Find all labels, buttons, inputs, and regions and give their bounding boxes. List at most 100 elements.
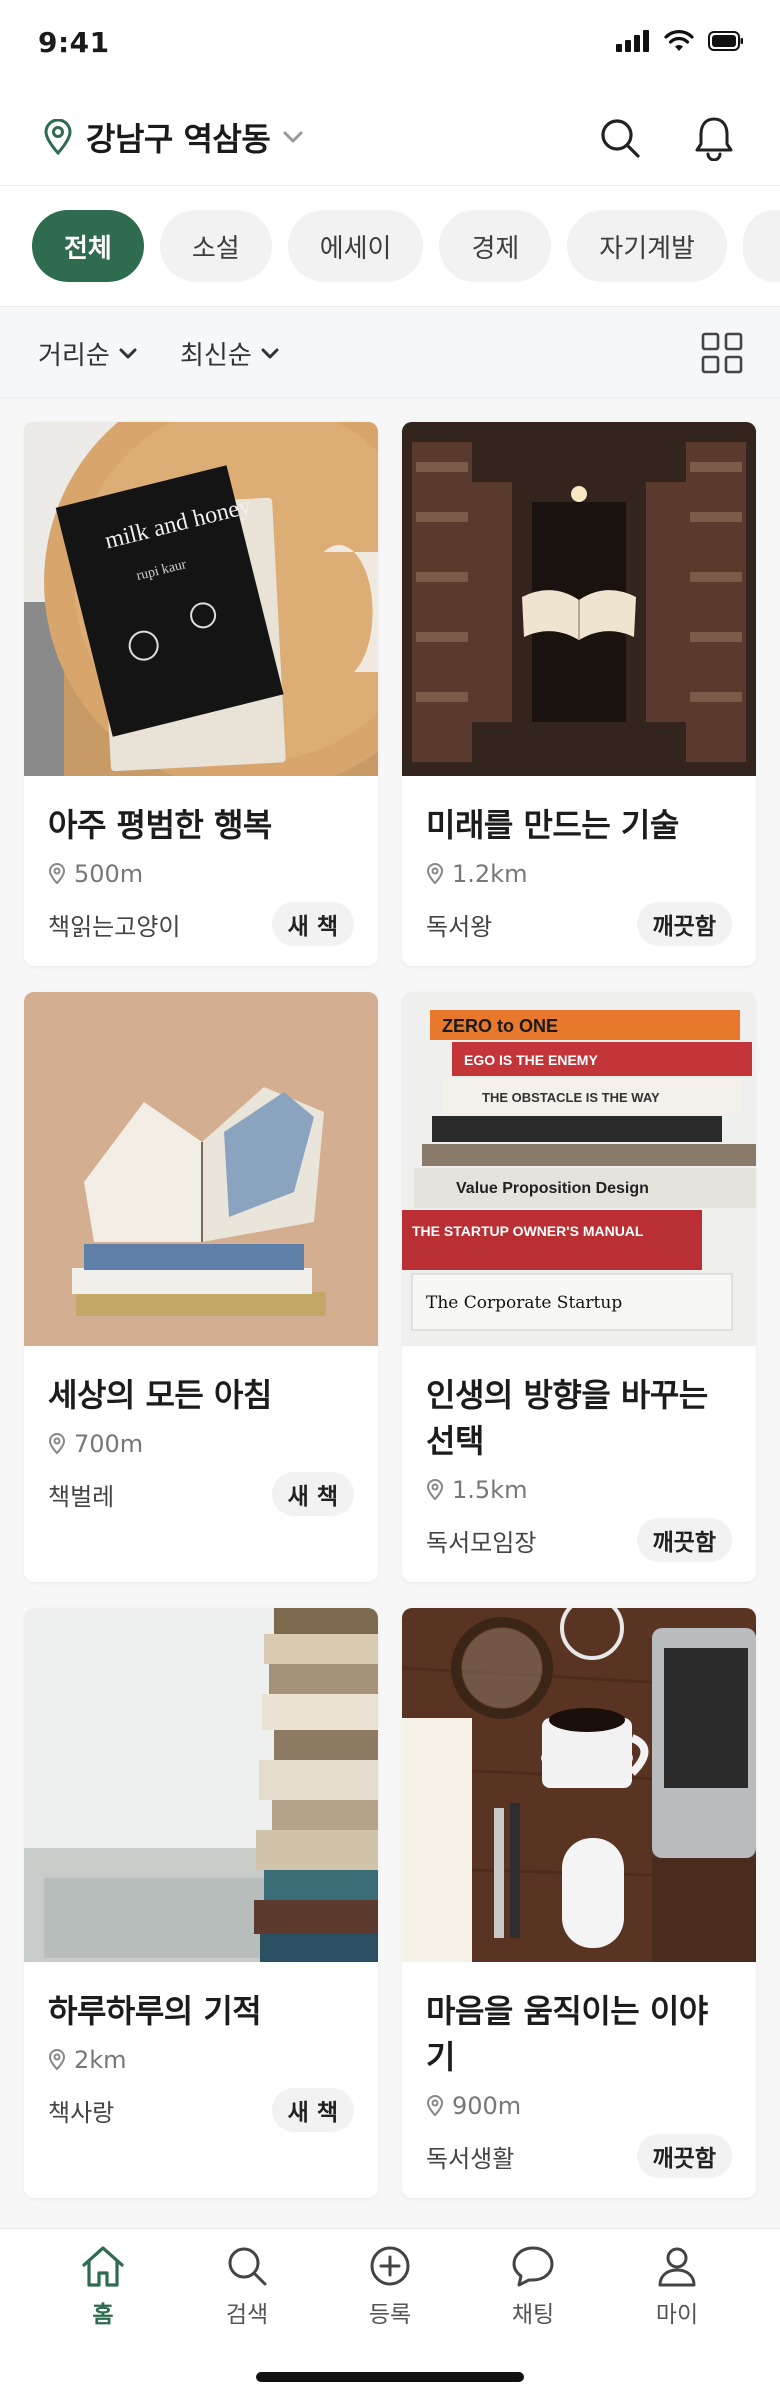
condition-badge: 깨끗함 — [636, 2134, 732, 2178]
tab-label: 검색 — [225, 2302, 269, 2328]
seller-name: 독서생활 — [426, 2144, 515, 2173]
map-pin-icon — [44, 119, 72, 155]
chip-all[interactable]: 전체 — [32, 210, 144, 282]
seller-name: 독서왕 — [426, 912, 493, 941]
chip-self-help[interactable]: 자기계발 — [567, 210, 727, 282]
add-circle-icon — [370, 2246, 410, 2286]
book-card[interactable]: milk and honey rupi kaur 아주 평범한 행복 500m … — [24, 422, 378, 966]
distance-text: 1.5km — [452, 1476, 528, 1504]
category-chips: 전체 소설 에세이 경제 자기계발 — [0, 186, 780, 306]
home-indicator — [256, 2372, 524, 2382]
book-title: 마음을 움직이는 이야기 — [426, 1992, 708, 2076]
chat-icon — [512, 2246, 554, 2287]
spine-text: The Corporate Startup — [426, 1293, 622, 1313]
condition-badge: 새 책 — [271, 1472, 354, 1516]
spine-text: Value Proposition Design — [456, 1180, 649, 1197]
distance-text: 700m — [74, 1430, 144, 1458]
search-button[interactable] — [590, 108, 650, 168]
spine-text: THE STARTUP OWNER'S MANUAL — [412, 1223, 644, 1239]
recent-sort-label: 최신순 — [180, 341, 252, 371]
book-title: 아주 평범한 행복 — [48, 806, 272, 844]
distance-sort-dropdown[interactable]: 거리순 — [38, 335, 138, 372]
spine-text: EGO IS THE ENEMY — [464, 1052, 598, 1068]
map-pin-icon — [426, 1479, 444, 1501]
book-distance: 1.2km — [426, 856, 732, 892]
profile-icon — [658, 2247, 696, 2287]
book-cover-image — [402, 422, 756, 776]
chevron-down-icon — [283, 131, 303, 143]
tab-chat[interactable]: 채팅 — [478, 2243, 588, 2329]
seller-name: 독서모임장 — [426, 1528, 537, 1557]
spine-text: ZERO to ONE — [442, 1016, 558, 1036]
book-grid: milk and honey rupi kaur 아주 평범한 행복 500m … — [0, 398, 780, 2228]
tab-my[interactable]: 마이 — [622, 2243, 732, 2329]
book-title: 인생의 방향을 바꾸는 선택 — [426, 1376, 708, 1460]
seller-name: 책벌레 — [48, 1482, 115, 1511]
home-icon — [82, 2246, 124, 2287]
seller-name: 책읽는고양이 — [48, 912, 181, 941]
search-icon — [228, 2247, 267, 2286]
map-pin-icon — [48, 863, 66, 885]
grid-view-icon[interactable] — [700, 331, 744, 375]
location-selector[interactable]: 강남구 역삼동 — [42, 114, 304, 160]
chevron-down-icon — [119, 348, 137, 359]
bottom-tab-bar: 홈 검색 등록 채팅 마이 — [0, 2228, 780, 2408]
status-icons — [616, 30, 744, 52]
book-card[interactable]: 하루하루의 기적 2km 책사랑 새 책 — [24, 1608, 378, 2198]
book-card[interactable]: ZERO to ONE EGO IS THE ENEMY THE OBSTACL… — [402, 992, 756, 1582]
bell-icon — [695, 117, 733, 161]
book-card[interactable]: 미래를 만드는 기술 1.2km 독서왕 깨끗함 — [402, 422, 756, 966]
wifi-icon — [664, 30, 694, 51]
tab-search[interactable]: 검색 — [192, 2243, 302, 2329]
battery-icon — [708, 31, 743, 51]
book-distance: 900m — [426, 2088, 732, 2124]
notifications-button[interactable] — [684, 108, 744, 168]
chip-novel[interactable]: 소설 — [159, 210, 272, 282]
book-cover-image: ZERO to ONE EGO IS THE ENEMY THE OBSTACL… — [402, 992, 756, 1346]
tab-register[interactable]: 등록 — [335, 2243, 445, 2329]
book-distance: 2km — [48, 2042, 354, 2078]
book-distance: 700m — [48, 1426, 354, 1462]
app-header: 강남구 역삼동 — [0, 90, 780, 186]
book-cover-image — [24, 992, 378, 1346]
book-distance: 1.5km — [426, 1472, 732, 1508]
map-pin-icon — [426, 863, 444, 885]
book-cover-image — [24, 1608, 378, 1962]
condition-badge: 새 책 — [271, 2088, 354, 2132]
book-title: 미래를 만드는 기술 — [426, 806, 679, 844]
chip-overflow[interactable] — [742, 210, 780, 282]
distance-sort-label: 거리순 — [38, 341, 110, 371]
location-label: 강남구 역삼동 — [86, 120, 271, 158]
tab-label: 채팅 — [511, 2302, 555, 2328]
distance-text: 500m — [74, 860, 144, 888]
chip-economy[interactable]: 경제 — [439, 210, 552, 282]
filter-bar: 거리순 최신순 — [0, 306, 780, 398]
status-bar: 9:41 — [0, 0, 780, 90]
spine-text: THE OBSTACLE IS THE WAY — [482, 1090, 660, 1105]
book-distance: 500m — [48, 856, 354, 892]
signal-icon — [616, 30, 649, 52]
tab-label: 홈 — [92, 2302, 114, 2328]
condition-badge: 깨끗함 — [636, 1518, 732, 1562]
recent-sort-dropdown[interactable]: 최신순 — [180, 335, 280, 372]
distance-text: 2km — [74, 2046, 127, 2074]
book-cover-image — [402, 1608, 756, 1962]
book-card[interactable]: 세상의 모든 아침 700m 책벌레 새 책 — [24, 992, 378, 1582]
search-icon — [601, 119, 640, 158]
book-cover-image: milk and honey rupi kaur — [24, 422, 378, 776]
book-card[interactable]: 마음을 움직이는 이야기 900m 독서생활 깨끗함 — [402, 1608, 756, 2198]
distance-text: 900m — [452, 2092, 522, 2120]
condition-badge: 깨끗함 — [636, 902, 732, 946]
condition-badge: 새 책 — [271, 902, 354, 946]
tab-home[interactable]: 홈 — [48, 2243, 158, 2329]
tab-label: 등록 — [368, 2302, 412, 2328]
distance-text: 1.2km — [452, 860, 528, 888]
map-pin-icon — [48, 1433, 66, 1455]
chip-essay[interactable]: 에세이 — [287, 210, 424, 282]
seller-name: 책사랑 — [48, 2098, 115, 2127]
book-title: 하루하루의 기적 — [48, 1992, 262, 2030]
book-title: 세상의 모든 아침 — [48, 1376, 272, 1414]
map-pin-icon — [48, 2049, 66, 2071]
map-pin-icon — [426, 2095, 444, 2117]
chevron-down-icon — [261, 348, 279, 359]
